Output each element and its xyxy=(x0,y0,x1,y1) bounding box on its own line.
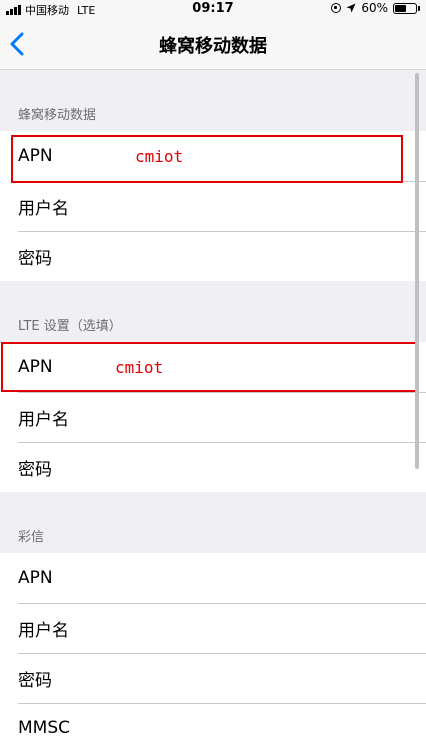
status-bar-right: 60% xyxy=(331,1,420,15)
mms-username-row[interactable]: 用户名 xyxy=(0,603,426,653)
mms-mmsc-row[interactable]: MMSC xyxy=(0,703,426,753)
mms-password-row[interactable]: 密码 xyxy=(0,653,426,703)
section-header-label: LTE 设置（选填） xyxy=(18,319,122,334)
row-label: APN xyxy=(18,146,53,166)
section-header-label: 蜂窝移动数据 xyxy=(18,108,97,123)
lte-apn-value[interactable]: cmiot xyxy=(115,358,163,377)
row-label: APN xyxy=(18,357,53,377)
row-label: 用户名 xyxy=(18,620,69,641)
section-header-cellular: 蜂窝移动数据 xyxy=(0,70,426,131)
page-title: 蜂窝移动数据 xyxy=(159,36,267,57)
cellular-username-row[interactable]: 用户名 xyxy=(0,181,426,231)
row-label: 密码 xyxy=(18,459,52,480)
mms-apn-row[interactable]: APN xyxy=(0,553,426,603)
battery-icon xyxy=(393,2,417,14)
row-label: 用户名 xyxy=(18,409,69,430)
row-label: 用户名 xyxy=(18,198,69,219)
battery-percent: 60% xyxy=(361,1,388,15)
row-label: APN xyxy=(18,568,53,588)
battery-fill xyxy=(395,4,406,12)
scroll-indicator[interactable] xyxy=(415,73,419,469)
location-icon xyxy=(346,3,356,13)
lte-password-row[interactable]: 密码 xyxy=(0,442,426,492)
orientation-lock-icon xyxy=(331,3,342,13)
cellular-apn-row[interactable]: APN cmiot xyxy=(0,131,426,181)
group-mms: APN 用户名 密码 MMSC xyxy=(0,553,426,753)
row-label: MMSC xyxy=(18,718,70,738)
battery-indicator xyxy=(393,2,420,14)
lte-username-row[interactable]: 用户名 xyxy=(0,392,426,442)
row-label: 密码 xyxy=(18,670,52,691)
navigation-bar: 蜂窝移动数据 xyxy=(0,18,426,70)
group-lte: APN cmiot 用户名 密码 xyxy=(0,342,426,492)
row-label: 密码 xyxy=(18,248,52,269)
cellular-apn-value[interactable]: cmiot xyxy=(135,147,183,166)
status-bar: 中国移动 LTE 09:17 60% xyxy=(0,0,426,18)
settings-content: 蜂窝移动数据 APN cmiot 用户名 密码 LTE 设置（选填） APN c… xyxy=(0,70,426,753)
group-cellular: APN cmiot 用户名 密码 xyxy=(0,131,426,281)
section-header-lte: LTE 设置（选填） xyxy=(0,281,426,342)
lte-apn-row[interactable]: APN cmiot xyxy=(0,342,426,392)
section-header-label: 彩信 xyxy=(18,530,45,545)
battery-cap xyxy=(418,5,420,11)
section-header-mms: 彩信 xyxy=(0,492,426,553)
cellular-password-row[interactable]: 密码 xyxy=(0,231,426,281)
